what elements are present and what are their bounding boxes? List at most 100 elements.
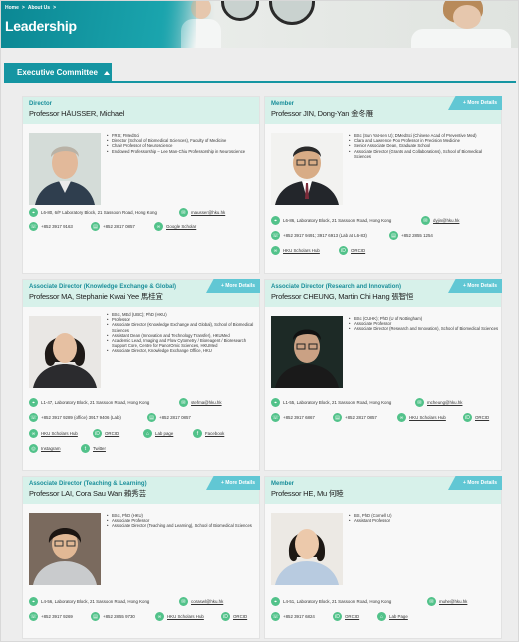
email-row[interactable]: ✉ mcheung@hku.hk <box>415 398 462 407</box>
fax-icon: ▤ <box>389 231 398 240</box>
twitter-link[interactable]: Twitter <box>93 446 106 451</box>
orcid-link[interactable]: ORCID <box>475 415 489 420</box>
email-row[interactable]: ✉ mausser@hku.hk <box>179 208 225 217</box>
more-details-button[interactable]: + More Details <box>448 96 502 110</box>
email-icon: ✉ <box>179 597 188 606</box>
fax-row: ▤ +852 2817 0857 <box>147 413 191 422</box>
google-scholar-link[interactable]: Google Scholar <box>166 224 196 229</box>
card-header: Associate Director (Knowledge Exchange &… <box>23 279 260 307</box>
scholars-hub-link[interactable]: HKU Scholars Hub <box>283 248 320 253</box>
phone-icon: ☏ <box>271 231 280 240</box>
lab-page-link[interactable]: Lab page <box>155 431 173 436</box>
link-row[interactable]: ⌂ Lab page <box>143 429 173 438</box>
link-row[interactable]: iD ORCID <box>339 246 365 255</box>
address-text: L1-47, Laboratory Block, 21 Sassoon Road… <box>41 400 150 405</box>
instagram-link[interactable]: Instagram <box>41 446 61 451</box>
link-row[interactable]: ⌂ Lab Page <box>377 612 408 621</box>
scholars-hub-link[interactable]: HKU Scholars Hub <box>409 415 446 420</box>
qualification-item: Associate Director (Grants and Collabora… <box>349 149 499 159</box>
link-row[interactable]: f Facebook <box>193 429 224 438</box>
more-details-button[interactable]: + More Details <box>448 279 502 293</box>
breadcrumb-separator: > <box>21 5 25 11</box>
scholars-hub-link[interactable]: HKU Scholars Hub <box>41 431 78 436</box>
more-details-button[interactable]: + More Details <box>206 476 260 490</box>
link-row[interactable]: iD ORCID <box>463 413 489 422</box>
portrait-photo <box>271 133 343 205</box>
location-pin-icon: ⌖ <box>271 597 280 606</box>
link-row[interactable]: ◎ Instagram <box>29 444 61 453</box>
link-row[interactable]: ∞ HKU Scholars Hub <box>397 413 446 422</box>
qualification-list: BS, PhD (Cornell U) Assistant Professor <box>349 513 499 524</box>
fax-icon: ▤ <box>91 612 100 621</box>
address-row: ⌖ L6-80, 6/F Laboratory Block, 21 Sassoon… <box>29 208 157 217</box>
microscope-shape <box>221 1 259 21</box>
member-name: Professor HÄUSSER, Michael <box>29 109 125 118</box>
fax-row: ▤ +852 2817 0857 <box>91 222 135 231</box>
breadcrumb: Home > About Us > <box>5 5 56 11</box>
email-link[interactable]: coraswl@hku.hk <box>191 599 223 604</box>
qualification-item: Associate Director (Research and Innovat… <box>349 326 499 331</box>
link-row[interactable]: ∞ HKU Scholars Hub <box>155 612 204 621</box>
link-row[interactable]: iD ORCID <box>93 429 119 438</box>
link-row[interactable]: iD ORCID <box>221 612 247 621</box>
fax-icon: ▤ <box>333 413 342 422</box>
member-role: Director <box>29 101 53 107</box>
twitter-icon: t <box>81 444 90 453</box>
scholars-hub-link[interactable]: HKU Scholars Hub <box>167 614 204 619</box>
orcid-link[interactable]: ORCID <box>105 431 119 436</box>
section-divider <box>4 81 516 83</box>
email-icon: ✉ <box>179 398 188 407</box>
address-row: ⌖ L1-47, Laboratory Block, 21 Sassoon Roa… <box>29 398 149 407</box>
phone-icon: ☏ <box>29 612 38 621</box>
link-row[interactable]: t Twitter <box>81 444 106 453</box>
email-icon: ✉ <box>427 597 436 606</box>
more-details-button[interactable]: + More Details <box>206 279 260 293</box>
address-text: L4-56, Laboratory Block, 21 Sassoon Road… <box>41 599 150 604</box>
facebook-icon: f <box>193 429 202 438</box>
member-card: Member Professor JIN, Dong-Yan 金冬雁 + Mor… <box>264 96 502 274</box>
member-name: Professor HE, Mu 何睦 <box>271 489 344 498</box>
phone-row: ☏ +852 3917 9269 <box>29 612 73 621</box>
phone-row: ☏ +852 3917 9163 <box>29 222 73 231</box>
breadcrumb-home[interactable]: Home <box>5 5 19 11</box>
email-row[interactable]: ✉ coraswl@hku.hk <box>179 597 223 606</box>
link-row[interactable]: iD ORCID <box>333 612 359 621</box>
orcid-icon: iD <box>221 612 230 621</box>
executive-committee-tab[interactable]: Executive Committee <box>4 63 112 82</box>
email-link[interactable]: muhe@hku.hk <box>439 599 467 604</box>
email-link[interactable]: dyjin@hku.hk <box>433 218 459 223</box>
link-row[interactable]: ∞ Google Scholar <box>154 222 196 231</box>
email-link[interactable]: mausser@hku.hk <box>191 210 225 215</box>
orcid-link[interactable]: ORCID <box>233 614 247 619</box>
email-link[interactable]: mcheung@hku.hk <box>427 400 462 405</box>
address-text: L1-55, Laboratory Block, 21 Sassoon Road… <box>283 400 392 405</box>
breadcrumb-about[interactable]: About Us <box>28 5 50 11</box>
member-card: Member Professor HE, Mu 何睦 + More Detail… <box>264 476 502 639</box>
email-row[interactable]: ✉ stefma@hku.hk <box>179 398 222 407</box>
orcid-icon: iD <box>339 246 348 255</box>
phone-text: +852 3917 9289 (office) 3917 9406 (Lab) <box>41 415 121 420</box>
more-details-button[interactable]: + More Details <box>448 476 502 490</box>
lab-page-icon: ⌂ <box>143 429 152 438</box>
lab-page-icon: ⌂ <box>377 612 386 621</box>
facebook-link[interactable]: Facebook <box>205 431 224 436</box>
lab-page-link[interactable]: Lab Page <box>389 614 408 619</box>
microscope-shape <box>269 1 315 25</box>
fax-text: +852 2817 0857 <box>159 415 191 420</box>
page-title: Leadership <box>5 18 77 34</box>
qualification-list: BSc, PhD (HKU) Associate Professor Assoc… <box>107 513 257 529</box>
email-row[interactable]: ✉ muhe@hku.hk <box>427 597 467 606</box>
card-header: Associate Director (Teaching & Learning)… <box>23 476 260 504</box>
link-row[interactable]: ∞ HKU Scholars Hub <box>271 246 320 255</box>
qualification-item: Academic Lead, Imaging and Flow Cytometr… <box>107 338 257 348</box>
instagram-icon: ◎ <box>29 444 38 453</box>
address-row: ⌖ L1-55, Laboratory Block, 21 Sassoon Roa… <box>271 398 391 407</box>
orcid-link[interactable]: ORCID <box>345 614 359 619</box>
hero-banner: Home > About Us > Leadership <box>1 1 518 48</box>
address-row: ⌖ L4-51, Laboratory Block, 21 Sassoon Roa… <box>271 597 391 606</box>
email-row[interactable]: ✉ dyjin@hku.hk <box>421 216 459 225</box>
link-icon: ∞ <box>154 222 163 231</box>
link-row[interactable]: ∞ HKU Scholars Hub <box>29 429 78 438</box>
orcid-link[interactable]: ORCID <box>351 248 365 253</box>
email-link[interactable]: stefma@hku.hk <box>191 400 222 405</box>
